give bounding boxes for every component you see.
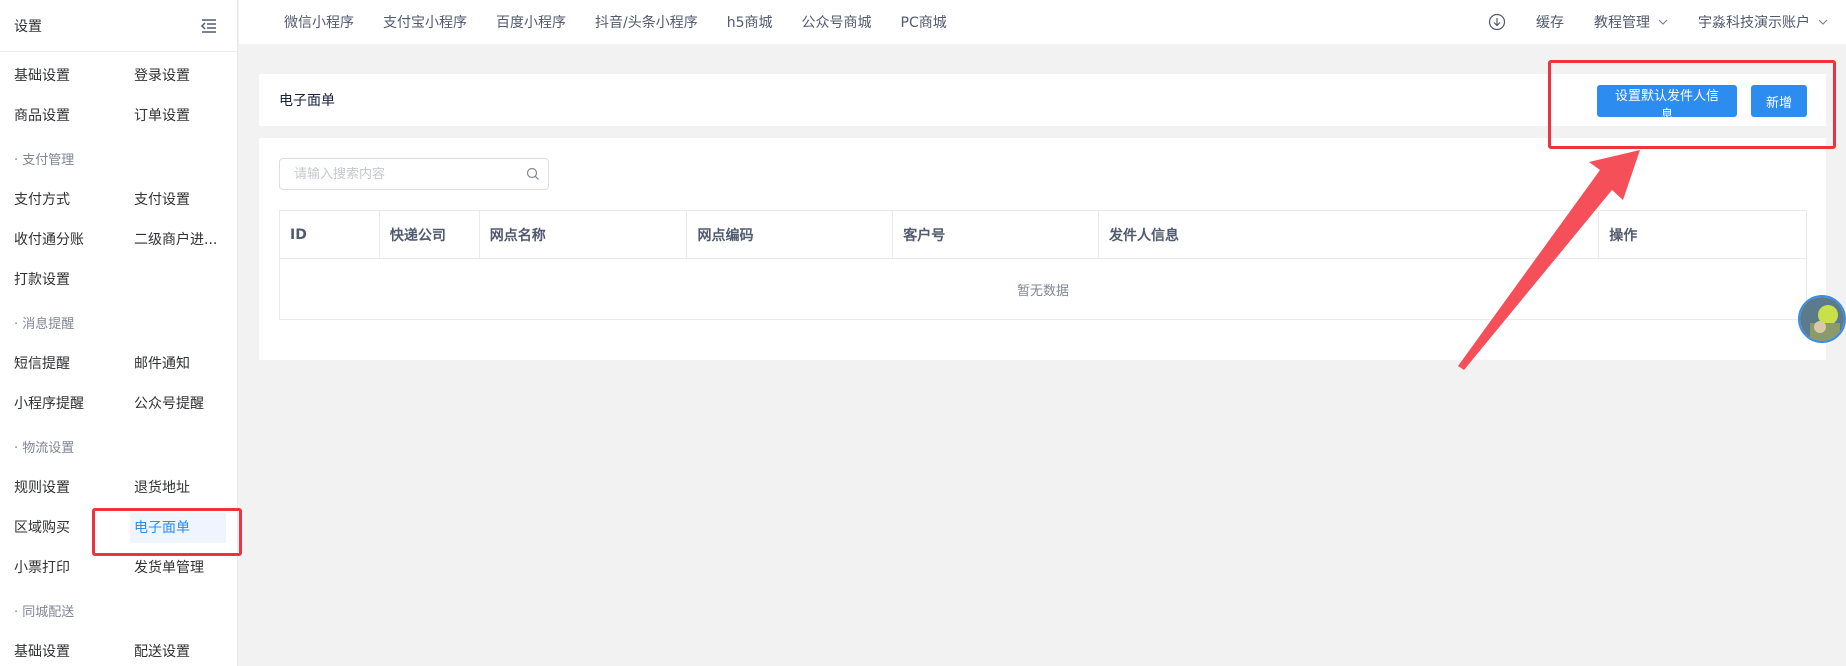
top-nav-tab[interactable]: h5商城 [727, 12, 773, 32]
menu-group-label: · 同城配送 [14, 605, 75, 620]
sidebar-item[interactable]: 打款设置 [0, 265, 120, 295]
table-column-header: 发件人信息 [1099, 211, 1600, 258]
tutorial-dropdown[interactable]: 教程管理 [1594, 12, 1668, 32]
top-nav-right: 缓存 教程管理 宇淼科技演示账户 [1488, 12, 1846, 32]
content-card: ID快递公司网点名称网点编码客户号发件人信息操作 暂无数据 [259, 138, 1826, 360]
table-column-header: 网点名称 [480, 211, 688, 258]
menu-row: 收付通分账 二级商户进... [0, 220, 237, 260]
menu-group-label: · 消息提醒 [14, 317, 75, 332]
sidebar-item[interactable]: 订单设置 [120, 101, 234, 131]
menu-row: 短信提醒 邮件通知 [0, 344, 237, 384]
sidebar-item[interactable]: 短信提醒 [0, 349, 120, 379]
sidebar-item[interactable]: 公众号提醒 [120, 389, 234, 419]
sidebar-title: 设置 [14, 18, 42, 35]
sidebar-item[interactable]: 配送设置 [120, 637, 234, 666]
page-title: 电子面单 [279, 93, 335, 109]
menu-group-label: · 支付管理 [14, 153, 75, 168]
account-dropdown[interactable]: 宇淼科技演示账户 [1698, 12, 1828, 32]
chevron-down-icon [1658, 19, 1668, 25]
sidebar-item[interactable]: 登录设置 [120, 61, 234, 91]
avatar-image [1800, 297, 1844, 341]
annotation-box-buttons [1548, 60, 1836, 149]
top-nav-tabs: 微信小程序 支付宝小程序 百度小程序 抖音/头条小程序 h5商城 公众号商城 PC商城 [284, 12, 976, 32]
download-icon[interactable] [1488, 13, 1506, 31]
sidebar-item[interactable]: 基础设置 [0, 637, 120, 666]
annotation-box-menu [92, 508, 242, 556]
table-header: ID 快递公司 网点名称 网点编码 客户号 发件人信息 操作 [280, 211, 1806, 259]
table-column-header: 网点编码 [687, 211, 894, 258]
sidebar-item[interactable]: 邮件通知 [120, 349, 234, 379]
top-nav-tab[interactable]: 微信小程序 [284, 12, 354, 32]
chevron-down-icon [1818, 19, 1828, 25]
menu-row: 小程序提醒 公众号提醒 [0, 384, 237, 424]
top-nav-tab[interactable]: 抖音/头条小程序 [595, 12, 698, 32]
table-column-header: ID [280, 211, 380, 258]
sidebar-header: 设置 [0, 0, 237, 52]
sidebar-item[interactable]: 二级商户进... [120, 225, 234, 255]
sidebar-item[interactable]: 支付设置 [120, 185, 234, 215]
search-input[interactable] [294, 166, 526, 182]
sidebar-item[interactable]: 发货单管理 [120, 553, 234, 583]
menu-row: 打款设置 [0, 260, 237, 300]
table-column-header: 操作 [1609, 227, 1638, 244]
menu-row: 基础设置 配送设置 [0, 632, 237, 666]
data-table: ID 快递公司 网点名称 网点编码 客户号 发件人信息 操作 暂无数据 [279, 210, 1807, 320]
top-nav-tab[interactable]: PC商城 [901, 12, 947, 32]
sidebar-item[interactable]: 退货地址 [120, 473, 234, 503]
top-nav-tab[interactable]: 百度小程序 [496, 12, 566, 32]
table-column-header: 客户号 [893, 211, 1099, 258]
search-box [279, 158, 549, 190]
top-nav-tab[interactable]: 公众号商城 [802, 12, 872, 32]
menu-group-label: · 物流设置 [14, 441, 75, 456]
sidebar-menu: 基础设置 登录设置 商品设置 订单设置 · 支付管理 支付方式 支付设置 收付通分账 二级商户进… [0, 52, 237, 666]
top-nav: 微信小程序 支付宝小程序 百度小程序 抖音/头条小程序 h5商城 公众号商城 PC商城 缓存… [239, 0, 1846, 44]
search-icon[interactable] [526, 167, 540, 181]
table-column-header: 快递公司 [380, 211, 480, 258]
menu-row: 商品设置 订单设置 [0, 96, 237, 136]
tutorial-label: 教程管理 [1594, 15, 1650, 31]
avatar[interactable] [1798, 295, 1846, 343]
sidebar-item[interactable]: 基础设置 [0, 61, 120, 91]
account-label: 宇淼科技演示账户 [1698, 15, 1810, 31]
menu-collapse-icon[interactable] [199, 16, 219, 36]
sidebar-item[interactable]: 支付方式 [0, 185, 120, 215]
empty-state: 暂无数据 [1016, 283, 1069, 299]
sidebar-item[interactable]: 商品设置 [0, 101, 120, 131]
sidebar: 设置 基础设置 登录设置 商品设置 订单设置 · 支付管理 支付方式 支付设置 收付通分账 二级… [0, 0, 238, 666]
menu-row: 基础设置 登录设置 [0, 56, 237, 96]
sidebar-item[interactable]: 小票打印 [0, 553, 120, 583]
sidebar-item[interactable]: 规则设置 [0, 473, 120, 503]
sidebar-item[interactable]: 小程序提醒 [0, 389, 120, 419]
cache-link[interactable]: 缓存 [1536, 12, 1564, 32]
sidebar-item[interactable]: 收付通分账 [0, 225, 120, 255]
top-nav-tab[interactable]: 支付宝小程序 [383, 12, 467, 32]
menu-row: 支付方式 支付设置 [0, 180, 237, 220]
menu-row: 规则设置 退货地址 [0, 468, 237, 508]
